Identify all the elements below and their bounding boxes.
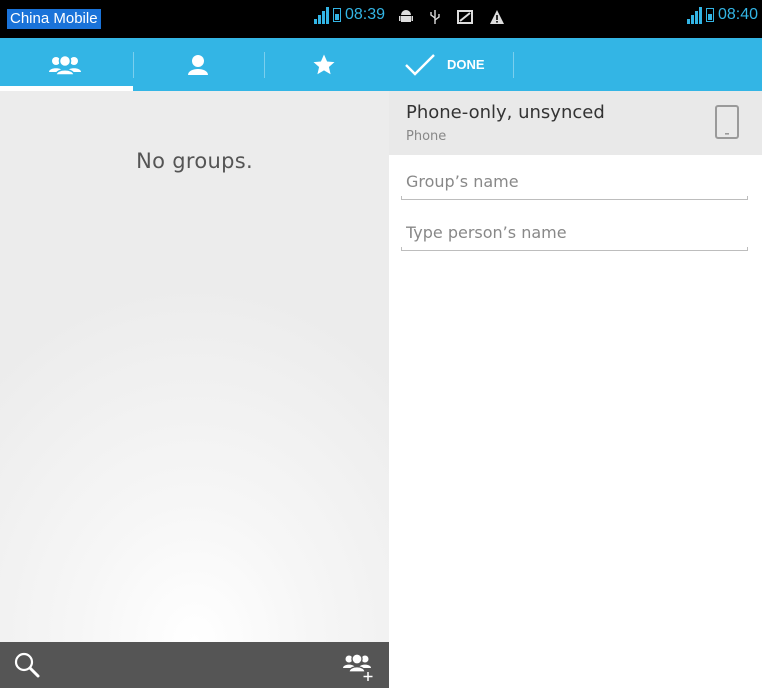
tab-groups[interactable]: [0, 38, 130, 91]
status-bar: 08:40: [389, 0, 762, 38]
empty-message: No groups.: [136, 149, 253, 173]
carrier-label: China Mobile: [7, 9, 101, 29]
add-group-button[interactable]: [341, 650, 375, 686]
clock: 08:40: [717, 6, 758, 23]
done-button[interactable]: DONE: [403, 38, 485, 91]
group-name-input[interactable]: [401, 164, 748, 198]
status-right: 08:40: [686, 6, 758, 24]
add-group-icon: [343, 653, 373, 681]
checkmark-icon: [405, 53, 435, 76]
action-bar-divider: [513, 52, 514, 78]
star-icon: [313, 54, 335, 74]
done-label: DONE: [447, 57, 485, 72]
person-name-input[interactable]: [401, 215, 748, 249]
action-bar: DONE: [389, 38, 762, 91]
notification-icons: [399, 9, 505, 25]
account-row: Phone-only, unsynced Phone: [389, 91, 762, 155]
search-icon: [14, 652, 40, 678]
groups-screen: China Mobile 08:39 No groups.: [0, 0, 389, 688]
status-bar: China Mobile 08:39: [0, 0, 389, 38]
clock: 08:39: [344, 6, 385, 23]
person-name-field[interactable]: [401, 215, 748, 251]
phone-device-icon: [715, 105, 739, 139]
battery-icon: [705, 8, 714, 22]
new-group-screen: 08:40 DONE Phone-only, unsynced Phone: [389, 0, 762, 688]
person-icon: [188, 54, 208, 75]
signal-icon: [686, 6, 702, 24]
tab-favorites[interactable]: [259, 38, 389, 91]
screenshot-icon: [457, 10, 473, 24]
usb-icon: [430, 10, 440, 24]
warning-icon: [490, 10, 504, 24]
group-icon: [49, 54, 81, 76]
group-name-field[interactable]: [401, 164, 748, 200]
groups-list: No groups.: [0, 91, 389, 642]
search-button[interactable]: [12, 650, 42, 684]
battery-icon: [332, 8, 341, 22]
status-right: 08:39: [313, 6, 385, 24]
tab-contacts[interactable]: [133, 38, 263, 91]
android-icon: [399, 10, 413, 22]
bottom-action-bar: [0, 642, 389, 688]
tab-bar: [0, 38, 389, 91]
account-title: Phone-only, unsynced: [406, 102, 605, 123]
signal-icon: [313, 6, 329, 24]
account-subtitle: Phone: [406, 129, 447, 144]
